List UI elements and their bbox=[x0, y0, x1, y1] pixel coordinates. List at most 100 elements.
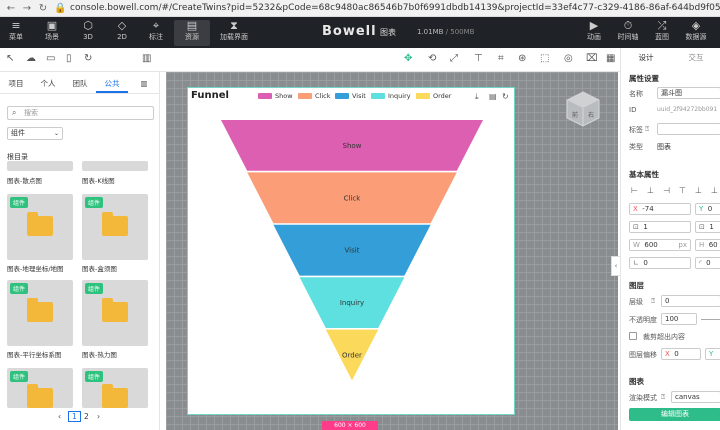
move-icon[interactable]: ✥ bbox=[404, 53, 412, 64]
offset-label: 图层偏移 bbox=[629, 351, 657, 359]
timeline-button[interactable]: ⏱ 时间轴 bbox=[610, 20, 646, 43]
focus-icon[interactable]: ◎ bbox=[564, 53, 573, 64]
tab-personal[interactable]: 个人 bbox=[32, 76, 64, 93]
cloud-upload-icon[interactable]: ☁ bbox=[26, 53, 36, 64]
document-title: 图表 bbox=[380, 28, 396, 37]
rotation-field[interactable]: ∟ 0 bbox=[629, 257, 691, 269]
url-text[interactable]: console.bowell.com/#/CreateTwins?pid=523… bbox=[70, 3, 720, 13]
pager-page-2[interactable]: 2 bbox=[84, 412, 89, 421]
offset-x-field[interactable]: X 0 bbox=[661, 348, 701, 360]
animation-button[interactable]: ▶ 动画 bbox=[576, 20, 612, 43]
tab-project[interactable]: 项目 bbox=[0, 76, 32, 93]
align-middle-icon[interactable]: ⊥ bbox=[695, 186, 702, 195]
tab-team[interactable]: 团队 bbox=[64, 76, 96, 93]
search-input[interactable]: ⌕ 搜索 bbox=[7, 106, 154, 120]
render-mode-select[interactable]: canvas bbox=[671, 391, 720, 403]
x-field[interactable]: X -74 bbox=[629, 203, 691, 215]
y-field[interactable]: Y 0 bbox=[695, 203, 720, 215]
size-tag: 600 × 600 bbox=[322, 421, 378, 430]
forward-icon[interactable]: → bbox=[22, 3, 32, 14]
new-file-icon[interactable]: ▯ bbox=[66, 53, 72, 64]
resource-card[interactable]: 组件 bbox=[7, 194, 73, 260]
tab-interaction[interactable]: 交互 bbox=[671, 48, 720, 68]
edit-chart-button[interactable]: 编辑图表 bbox=[629, 408, 720, 421]
target-icon[interactable]: ⊛ bbox=[518, 53, 526, 64]
scene-button[interactable]: ▣ 场景 bbox=[34, 20, 70, 43]
align-left-icon[interactable]: ⊢ bbox=[631, 186, 638, 195]
pager-page-1[interactable]: 1 bbox=[68, 411, 81, 422]
blueprint-button[interactable]: ⤮ 蓝图 bbox=[644, 20, 680, 43]
book-icon[interactable]: ▥ bbox=[142, 53, 151, 64]
type-select[interactable]: 组件 ⌄ bbox=[7, 127, 63, 140]
refresh-icon[interactable]: ↻ bbox=[84, 53, 92, 64]
id-label: ID bbox=[629, 106, 637, 114]
resources-button[interactable]: ▤ 资源 bbox=[174, 20, 210, 46]
align-right-icon[interactable]: ⊣ bbox=[663, 186, 670, 195]
grid-icon[interactable]: ▦ bbox=[606, 53, 615, 64]
resource-card[interactable]: 组件 bbox=[82, 280, 148, 346]
tag-field[interactable] bbox=[657, 123, 720, 135]
align-bottom-icon[interactable]: ⊥ bbox=[711, 186, 718, 195]
view-cube-icon[interactable]: 前 右 bbox=[563, 89, 603, 129]
frame-icon[interactable]: ⬚ bbox=[540, 53, 549, 64]
scale-icon[interactable]: ⤢ bbox=[450, 53, 458, 64]
resource-card[interactable]: 组件 bbox=[82, 368, 148, 408]
name-field[interactable]: 漏斗图 bbox=[657, 87, 720, 99]
play-icon: ▶ bbox=[589, 19, 599, 32]
pin-icon: ⌖ bbox=[152, 19, 160, 32]
type-value: 图表 bbox=[657, 143, 671, 151]
resource-card[interactable]: 组件 bbox=[7, 280, 73, 346]
clip-checkbox[interactable] bbox=[629, 332, 637, 340]
opacity-field[interactable]: 100 bbox=[661, 313, 697, 325]
opacity-label: 不透明度 bbox=[629, 316, 657, 324]
component-badge: 组件 bbox=[10, 371, 29, 382]
resource-card[interactable]: 组件 bbox=[7, 368, 73, 408]
loading-screen-button[interactable]: ⧗ 加载界面 bbox=[212, 20, 256, 43]
2d-button[interactable]: ◇ 2D bbox=[104, 20, 140, 43]
tab-design[interactable]: 设计 bbox=[621, 48, 671, 68]
help-icon: ⍰ bbox=[661, 393, 666, 401]
component-badge: 组件 bbox=[85, 283, 104, 294]
3d-button[interactable]: ⬡ 3D bbox=[70, 20, 106, 43]
help-icon: ⍰ bbox=[645, 125, 650, 133]
tab-library-icon[interactable]: ▥ bbox=[128, 76, 160, 93]
height-field[interactable]: H 60 bbox=[695, 239, 720, 251]
menu-button[interactable]: ≡ 菜单 bbox=[0, 20, 34, 43]
align-top-icon[interactable]: ⊤ bbox=[679, 186, 686, 195]
chart-artboard[interactable]: Funnel Show Click Visit Inquiry Order ⤓ ▤ ↻ … bbox=[187, 87, 515, 415]
reload-icon[interactable]: ↻ bbox=[38, 3, 48, 14]
resource-caption: 图表-平行坐标系图 bbox=[7, 351, 62, 359]
folder-open-icon[interactable]: ▭ bbox=[46, 53, 55, 64]
folder-icon bbox=[102, 212, 128, 236]
rotate-icon[interactable]: ⟲ bbox=[428, 53, 436, 64]
chevron-down-icon: ⌄ bbox=[53, 130, 59, 137]
resource-card[interactable] bbox=[82, 161, 148, 171]
z-field[interactable]: 0 bbox=[661, 295, 720, 307]
tab-public[interactable]: 公共 bbox=[96, 76, 128, 93]
scale-x-field[interactable]: ⊡ 1 bbox=[629, 221, 691, 233]
align-top-icon[interactable]: ⊤ bbox=[474, 53, 483, 64]
pager-prev[interactable]: ‹ bbox=[58, 412, 61, 421]
pager-next[interactable]: › bbox=[97, 412, 100, 421]
clock-icon: ⏱ bbox=[623, 19, 633, 32]
id-value: uuid_2f94272bb091 bbox=[657, 106, 718, 113]
snap-icon[interactable]: ⌗ bbox=[498, 53, 504, 64]
crop-icon[interactable]: ⌧ bbox=[586, 53, 598, 64]
resource-card[interactable]: 组件 bbox=[82, 194, 148, 260]
align-center-icon[interactable]: ⊥ bbox=[647, 186, 654, 195]
back-icon[interactable]: ← bbox=[6, 3, 16, 14]
opacity-slider[interactable] bbox=[701, 319, 720, 320]
svg-text:右: 右 bbox=[588, 111, 594, 119]
properties-tabs: 设计 交互 bbox=[621, 48, 720, 68]
menu-icon: ≡ bbox=[11, 19, 21, 32]
funnel-chart: Show Click Visit Inquiry Order bbox=[221, 120, 483, 381]
datasource-button[interactable]: ◈ 数据源 bbox=[678, 20, 714, 43]
select-arrow-icon[interactable]: ↖ bbox=[6, 53, 14, 64]
resource-card[interactable] bbox=[7, 161, 73, 171]
scale-y-field[interactable]: ⊡ 1 bbox=[695, 221, 720, 233]
annotation-button[interactable]: ⌖ 标注 bbox=[138, 20, 174, 43]
offset-y-field[interactable]: Y bbox=[705, 348, 720, 360]
width-field[interactable]: W 600 px bbox=[629, 239, 691, 251]
browser-address-bar: ← → ↻ 🔒 console.bowell.com/#/CreateTwins… bbox=[0, 0, 720, 17]
radius-field[interactable]: ◜ 0 bbox=[695, 257, 720, 269]
